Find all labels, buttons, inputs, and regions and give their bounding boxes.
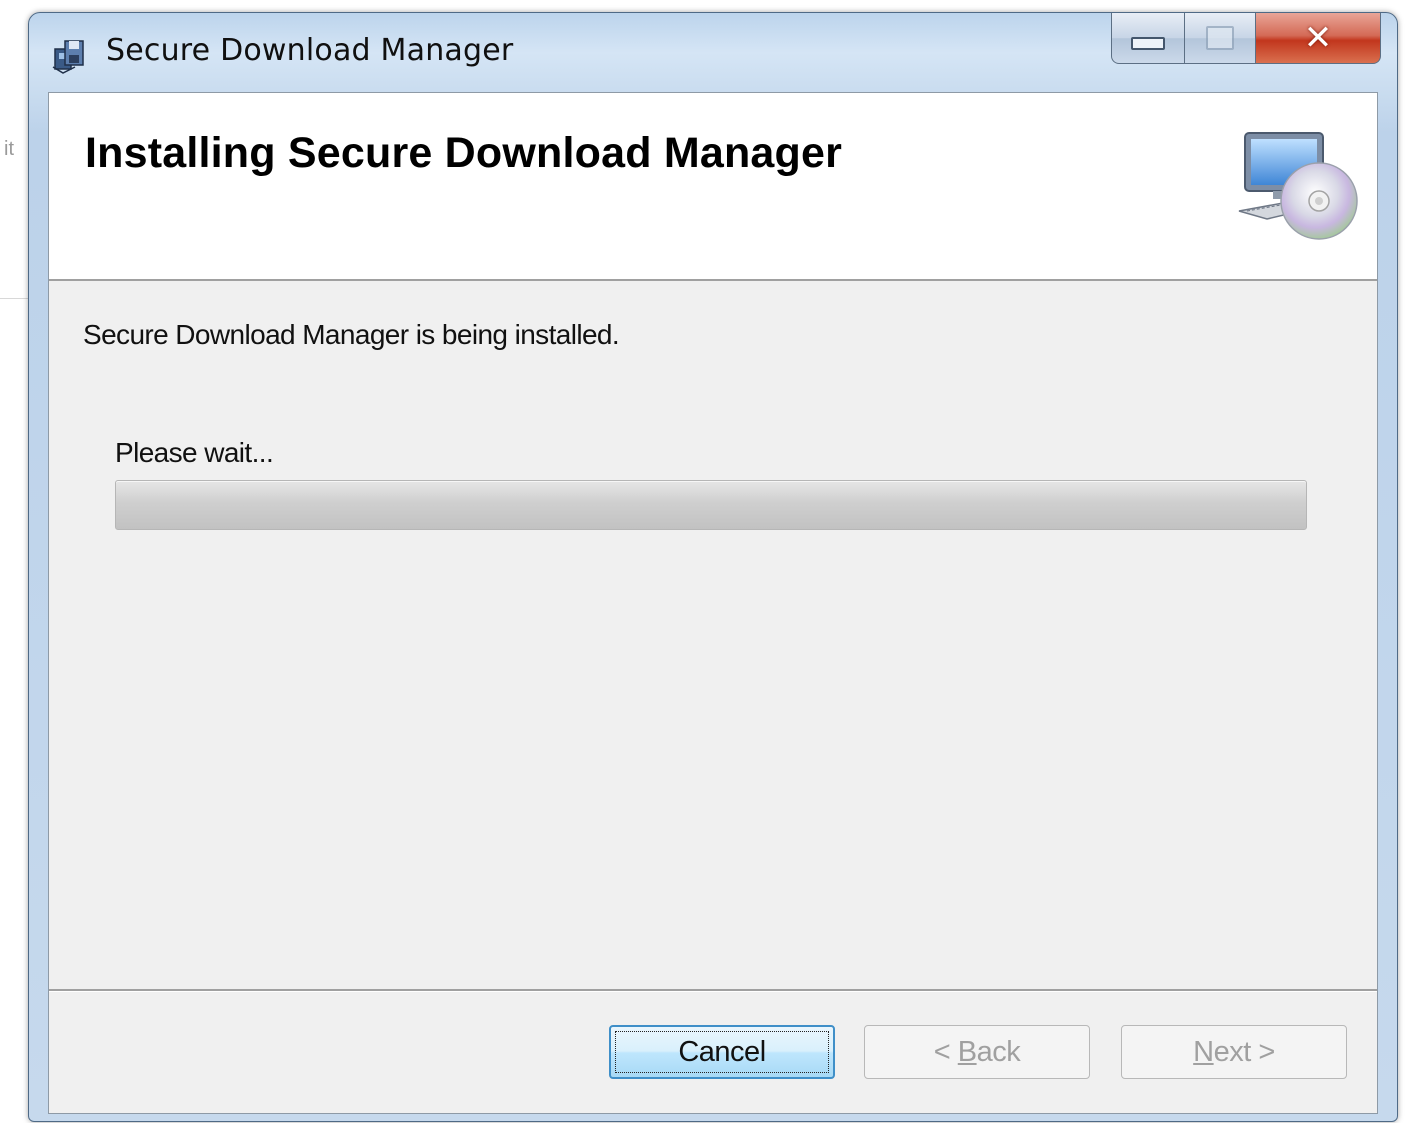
back-button-label: ack: [976, 1035, 1021, 1068]
title-bar[interactable]: Secure Download Manager ✕: [29, 13, 1397, 93]
close-button[interactable]: ✕: [1256, 13, 1381, 64]
please-wait-label: Please wait...: [115, 437, 274, 468]
caption-buttons: ✕: [1111, 13, 1381, 65]
page-title: Installing Secure Download Manager: [85, 129, 843, 177]
cancel-button[interactable]: Cancel: [609, 1025, 835, 1079]
next-button[interactable]: Next >: [1121, 1025, 1347, 1079]
background-edge-text: it: [4, 138, 14, 160]
next-button-mnemonic: N: [1193, 1035, 1214, 1068]
minimize-icon: [1131, 36, 1165, 50]
installer-app-icon: [52, 40, 84, 74]
background-divider: [0, 298, 30, 299]
dialog-client-area: Installing Secure Download Manager Secur…: [48, 92, 1378, 1114]
focus-rectangle: [615, 1031, 829, 1073]
back-button-prefix: <: [933, 1035, 958, 1068]
install-status-text: Secure Download Manager is being install…: [83, 319, 620, 350]
back-button-mnemonic: B: [957, 1035, 977, 1068]
next-button-label: ext >: [1213, 1035, 1276, 1068]
installer-window: Secure Download Manager ✕ Installing Sec…: [28, 12, 1398, 1122]
computer-disc-icon: [1238, 132, 1358, 240]
maximize-icon: [1206, 26, 1234, 50]
install-progress-bar: [115, 480, 1307, 530]
maximize-button: [1185, 13, 1256, 64]
close-icon: ✕: [1303, 18, 1333, 58]
back-button[interactable]: < Back: [864, 1025, 1090, 1079]
header-banner: Installing Secure Download Manager: [49, 93, 1377, 281]
footer-divider: [49, 989, 1377, 992]
minimize-button[interactable]: [1111, 13, 1185, 64]
window-title: Secure Download Manager: [106, 33, 514, 68]
